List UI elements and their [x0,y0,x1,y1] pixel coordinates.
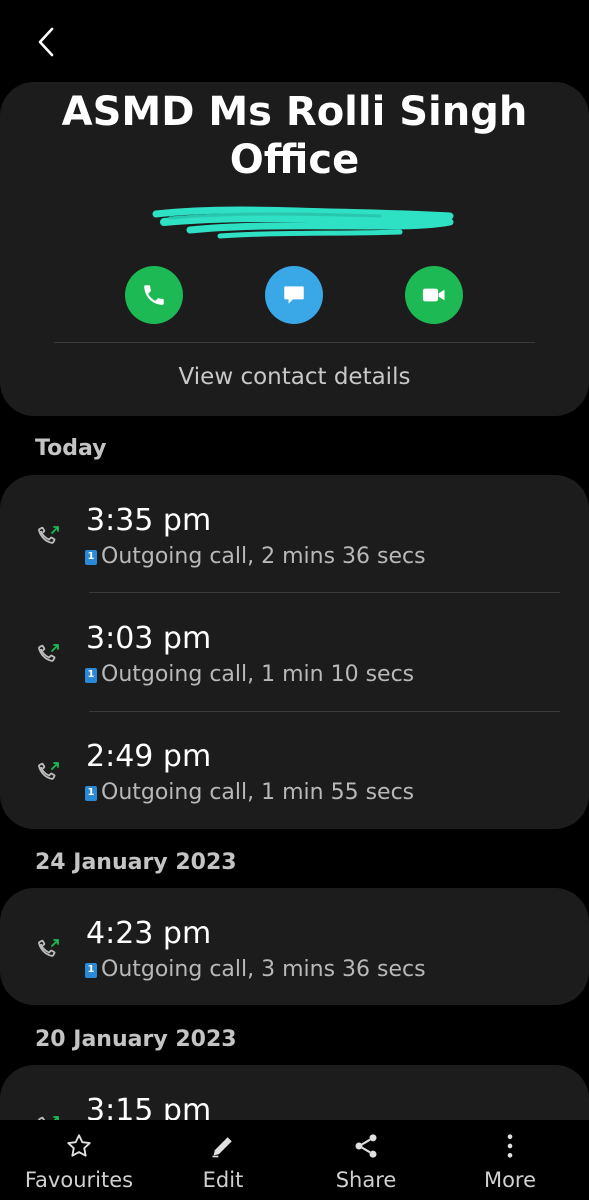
call-detail-text: Outgoing call, 2 mins 36 secs [101,544,426,569]
call-detail: 1 Outgoing call, 3 mins 36 secs [85,956,426,984]
call-log-group-date: 3:15 pm [0,1065,589,1120]
star-icon [67,1134,91,1157]
call-detail-text: Outgoing call, 3 mins 36 secs [101,957,426,982]
video-icon [422,288,445,302]
contact-actions [0,266,589,326]
call-time: 3:15 pm [86,1093,212,1120]
sim-1-icon: 1 [85,785,97,801]
call-log-row[interactable]: 3:03 pm 1 Outgoing call, 1 min 10 secs [0,593,589,711]
share-label: Share [335,1168,397,1192]
call-time: 4:23 pm [86,916,212,951]
message-button[interactable] [265,266,323,324]
outgoing-call-icon [38,762,59,780]
more-label: More [483,1168,537,1192]
view-contact-details-button[interactable]: View contact details [0,364,589,390]
contact-name: ASMD Ms Rolli Singh Office [20,88,569,184]
call-detail: 1 Outgoing call, 2 mins 36 secs [85,543,426,571]
favourites-label: Favourites [24,1168,134,1192]
divider [54,342,535,343]
video-call-button[interactable] [405,266,463,324]
redacted-phone-number [152,206,454,239]
phone-icon [144,285,164,305]
favourites-button[interactable]: Favourites [9,1120,149,1200]
chevron-left-icon [38,27,54,57]
edit-button[interactable]: Edit [153,1120,293,1200]
outgoing-call-icon [38,939,59,957]
share-button[interactable]: Share [296,1120,436,1200]
contact-name-line2: Office [229,137,360,183]
contact-name-line1: ASMD Ms Rolli Singh [61,89,528,135]
share-icon [355,1134,377,1158]
section-header-date: 20 January 2023 [35,1027,237,1052]
call-log-row[interactable]: 3:15 pm [0,1065,589,1120]
section-header-date: 24 January 2023 [35,850,237,875]
more-button[interactable]: More [440,1120,580,1200]
sim-1-icon: 1 [85,962,97,978]
contact-card: ASMD Ms Rolli Singh Office View contact … [0,82,589,416]
call-time: 3:03 pm [86,621,212,656]
call-detail: 1 Outgoing call, 1 min 55 secs [85,779,414,807]
call-log-group-date: 4:23 pm 1 Outgoing call, 3 mins 36 secs [0,888,589,1005]
message-icon [284,286,304,304]
call-button[interactable] [125,266,183,324]
section-header-today: Today [35,436,107,461]
sim-1-icon: 1 [85,667,97,683]
bottom-toolbar: Favourites Edit Share More [0,1120,589,1200]
call-log-row[interactable]: 3:35 pm 1 Outgoing call, 2 mins 36 secs [0,475,589,593]
call-log-row[interactable]: 4:23 pm 1 Outgoing call, 3 mins 36 secs [0,888,589,1005]
pencil-icon [212,1137,232,1158]
call-time: 3:35 pm [86,503,212,538]
edit-label: Edit [202,1168,244,1192]
call-detail-text: Outgoing call, 1 min 10 secs [101,662,415,687]
outgoing-call-icon [38,644,59,662]
sim-1-icon: 1 [85,549,97,565]
call-detail-text: Outgoing call, 1 min 55 secs [101,780,415,805]
call-time: 2:49 pm [86,739,212,774]
call-detail: 1 Outgoing call, 1 min 10 secs [85,661,414,689]
outgoing-call-icon [38,1116,59,1120]
call-history-screen: ASMD Ms Rolli Singh Office View contact … [0,0,589,1200]
more-vertical-icon [507,1134,513,1158]
outgoing-call-icon [38,526,59,544]
call-log-group-today: 3:35 pm 1 Outgoing call, 2 mins 36 secs … [0,475,589,829]
back-button[interactable] [26,20,66,64]
call-log-row[interactable]: 2:49 pm 1 Outgoing call, 1 min 55 secs [0,711,589,829]
